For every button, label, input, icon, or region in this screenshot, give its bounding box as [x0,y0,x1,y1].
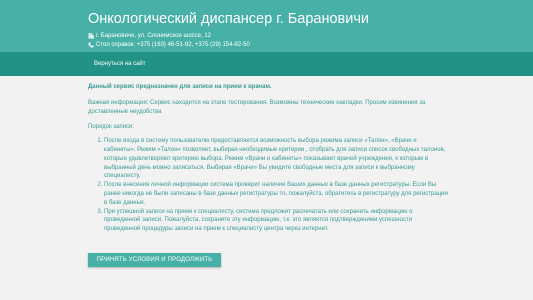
address-text: г. Барановичи, ул. Слонимское шоссе, 12 [96,33,211,39]
navbar: Вернуться на сайт [0,52,533,76]
important-notice: Важная информация: Сервис находится на э… [88,99,426,115]
main-content: Данный сервис предназначен для записи на… [88,83,448,234]
back-to-site-link[interactable]: Вернуться на сайт [94,61,146,67]
site-header: Онкологический диспансер г. Барановичи г… [0,0,533,52]
phone-text: Стол справок: +375 (163) 46-51-92, +375 … [96,42,250,48]
phone-line: Стол справок: +375 (163) 46-51-92, +375 … [88,42,250,48]
step-item: При успешной записи на прием к специалис… [104,208,448,234]
site-title: Онкологический диспансер г. Барановичи [88,11,370,27]
building-icon [88,33,94,39]
step-item: После внесения личной информации система… [104,181,448,207]
phone-icon [88,42,94,48]
accept-and-continue-button[interactable]: ПРИНЯТЬ УСЛОВИЯ И ПРОДОЛЖИТЬ [88,253,221,267]
step-item: После входа в систему пользователю предо… [104,137,448,181]
steps-list: После входа в систему пользователю предо… [88,137,448,234]
service-description: Данный сервис предназначен для записи на… [88,84,272,90]
address-line: г. Барановичи, ул. Слонимское шоссе, 12 [88,33,211,39]
order-heading: Порядок записи: [88,124,135,131]
